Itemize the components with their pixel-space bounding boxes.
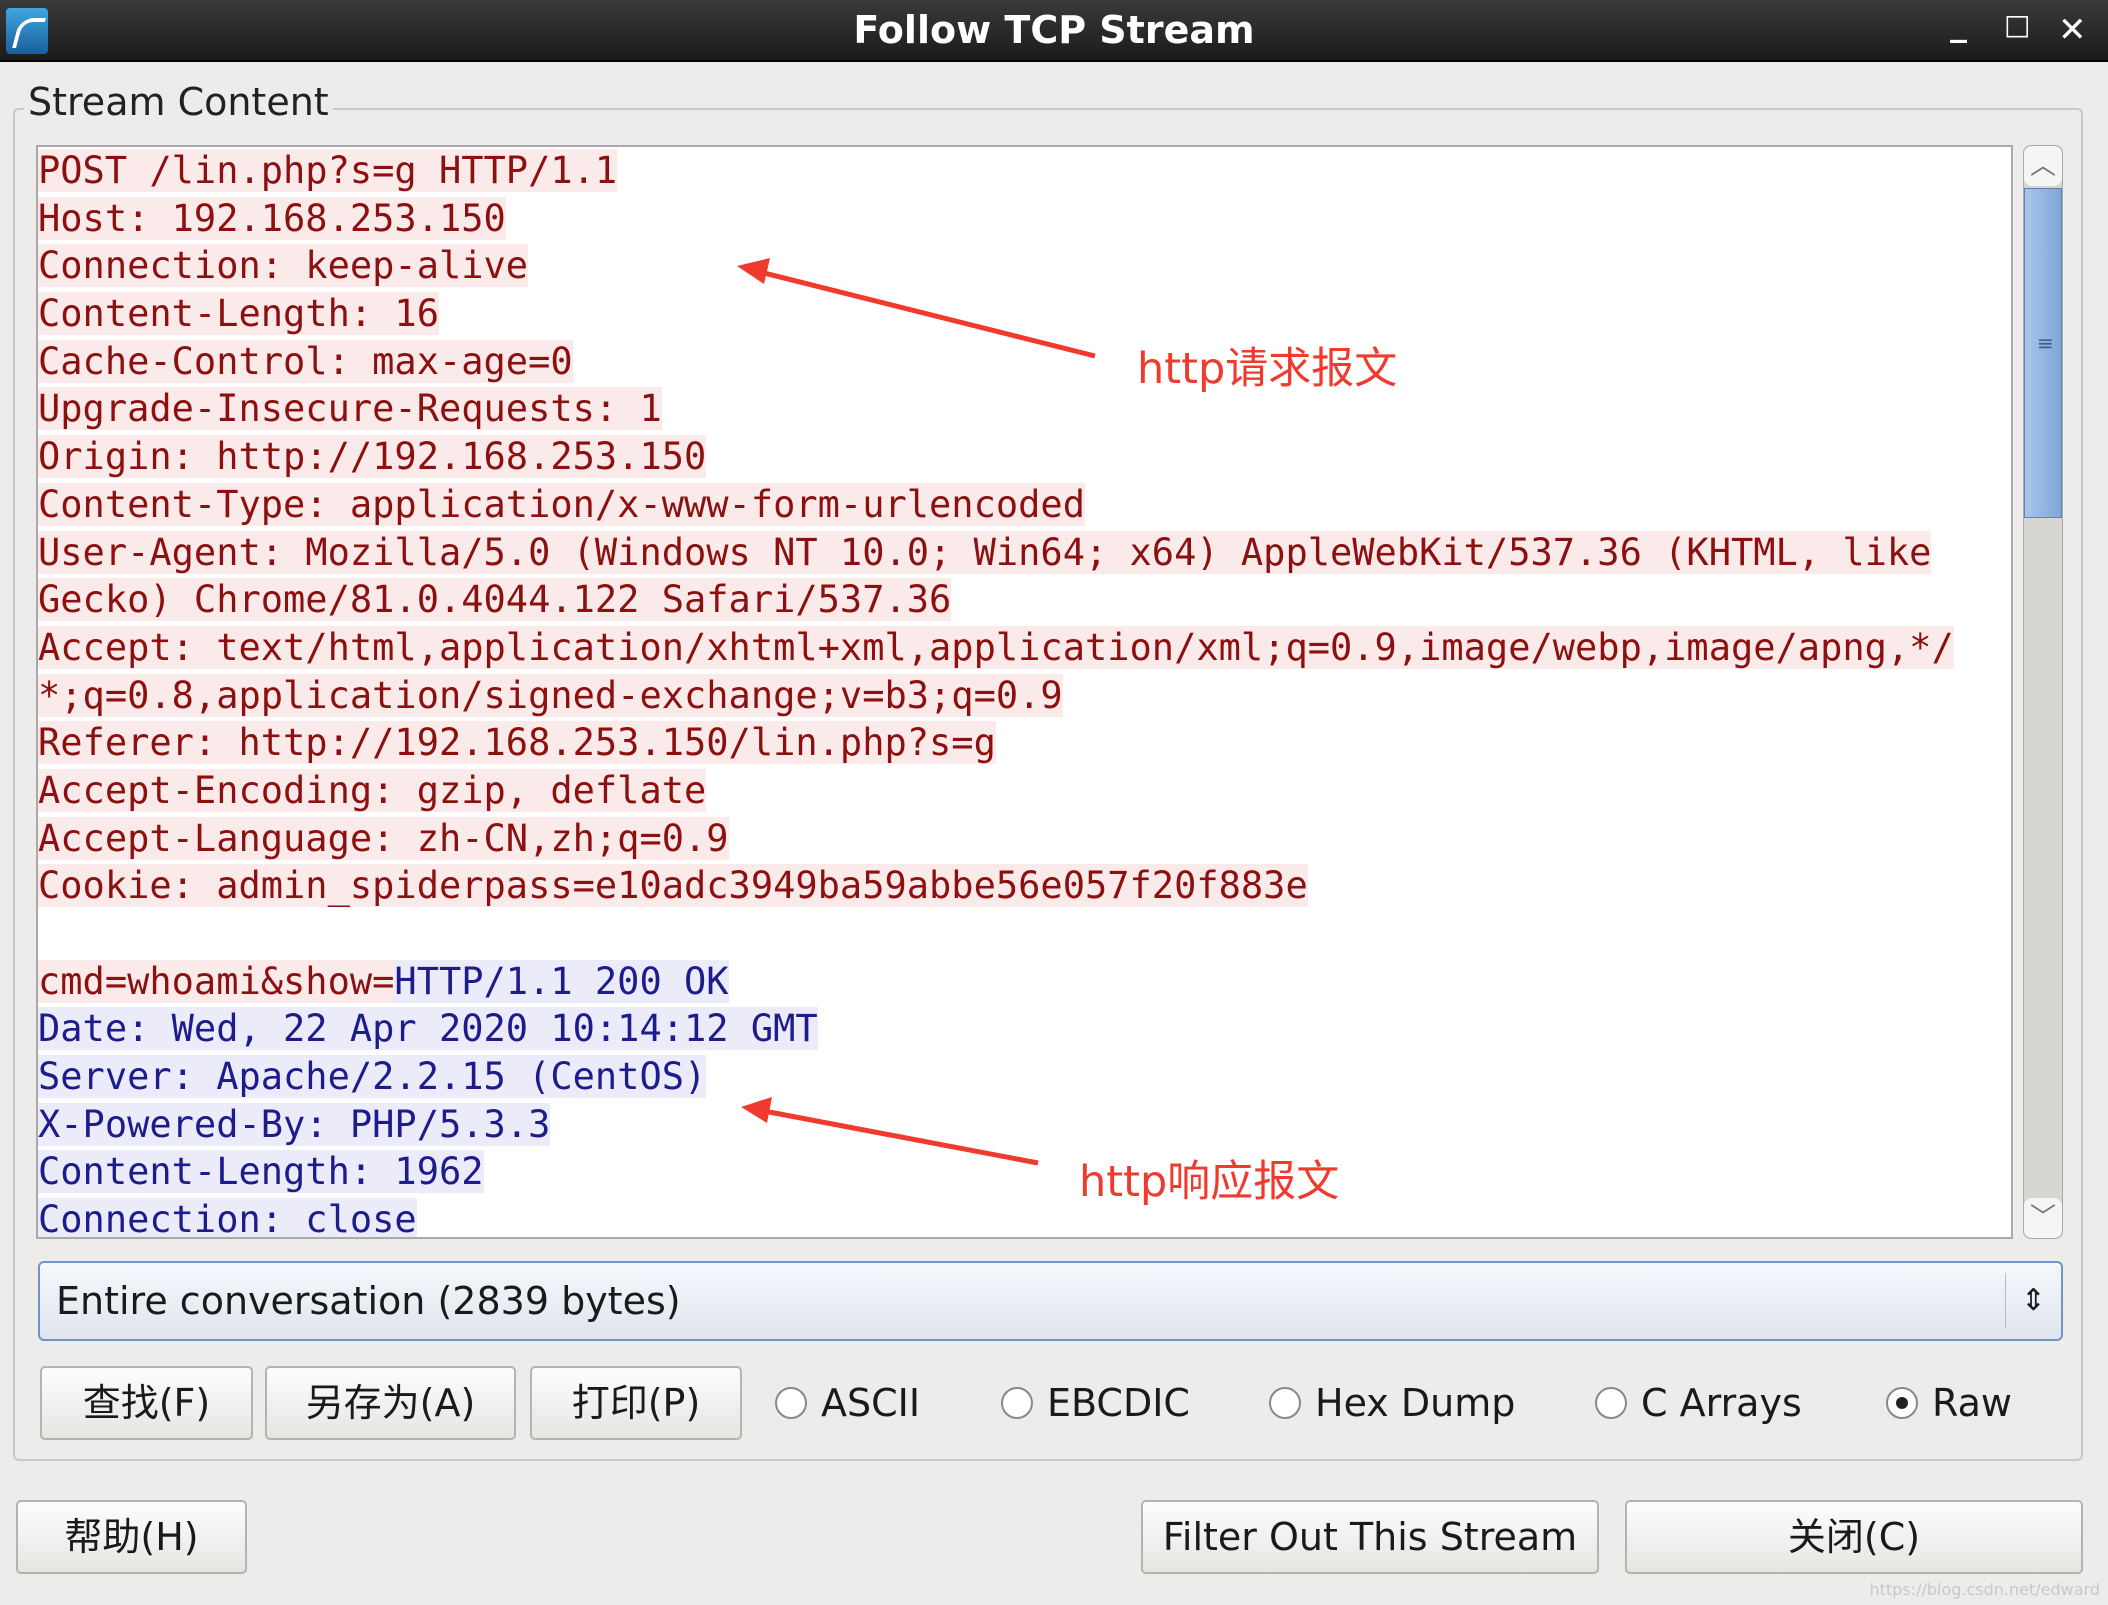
annotation-arrows <box>737 258 1096 1166</box>
watermark: https://blog.csdn.net/edward <box>1869 1580 2101 1599</box>
request-arrow <box>737 258 1096 359</box>
request-annotation: http请求报文 <box>1137 344 1398 394</box>
response-arrow <box>741 1097 1039 1166</box>
response-annotation: http响应报文 <box>1079 1157 1340 1207</box>
